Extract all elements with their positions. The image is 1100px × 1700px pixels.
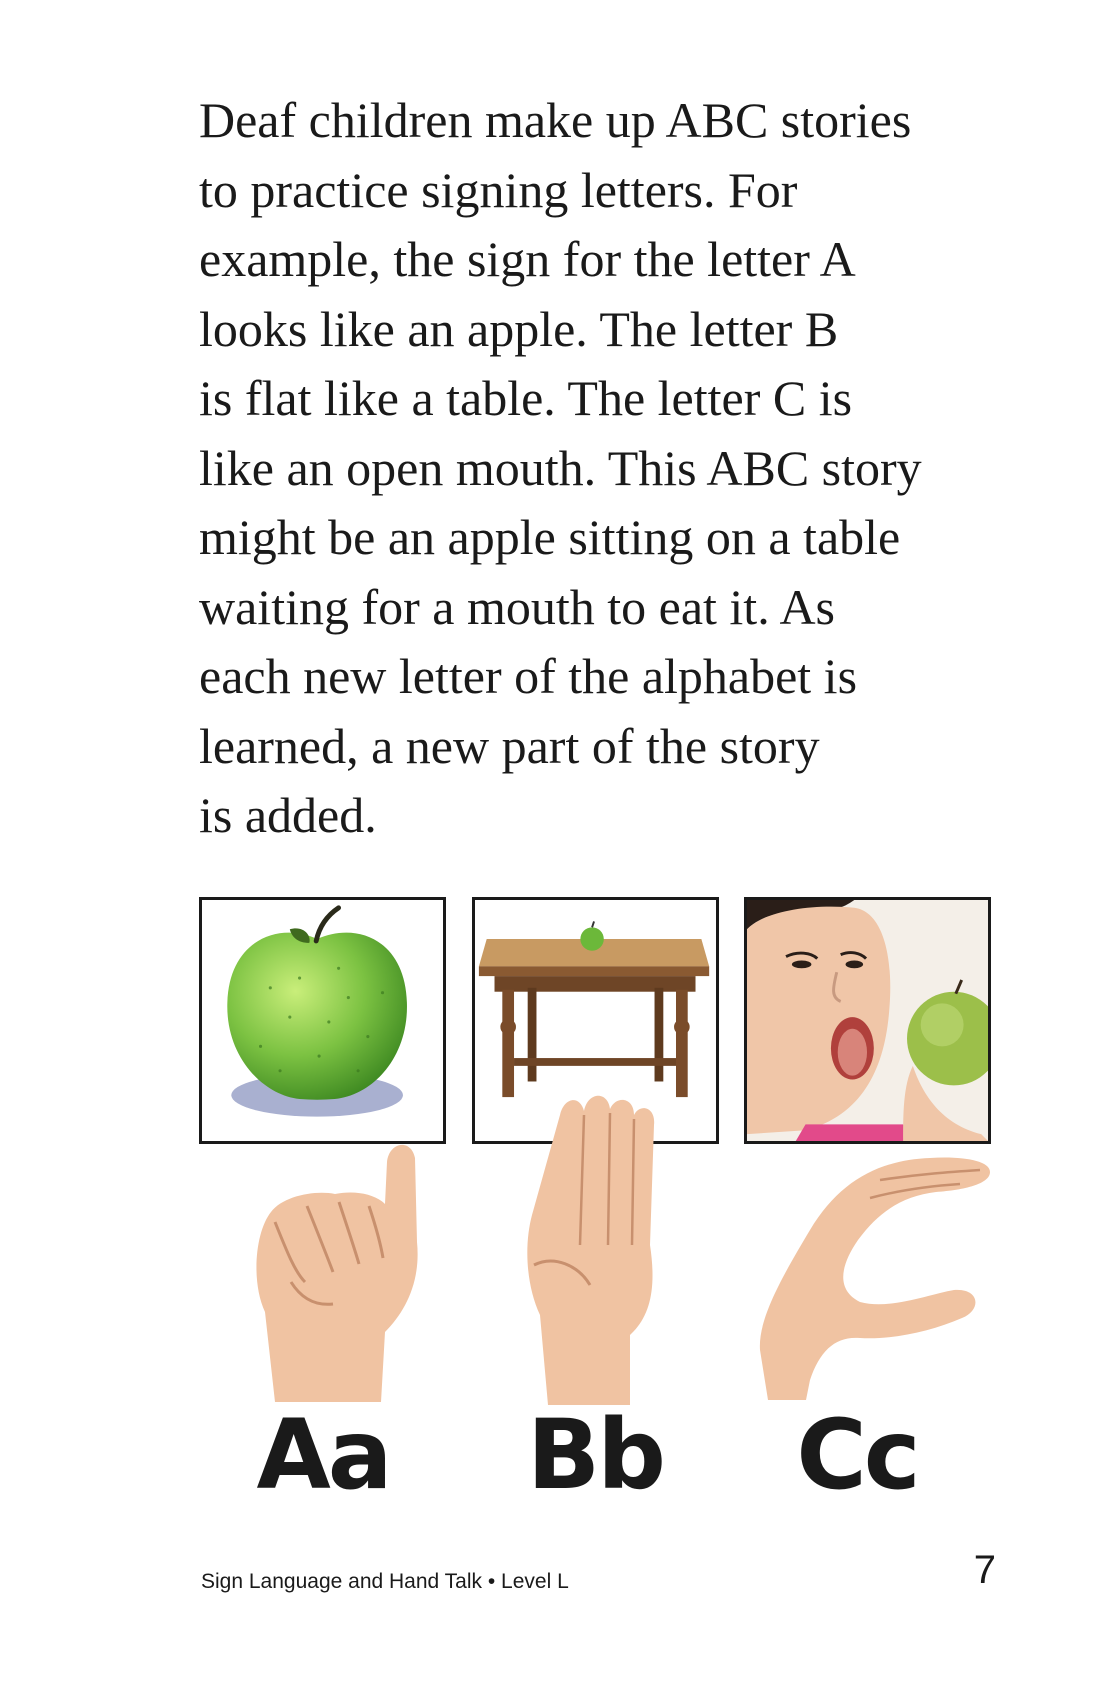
curved-hand-icon: [759, 1157, 990, 1400]
hand-sign-c: [740, 1150, 1000, 1420]
text-line: learned, a new part of the story: [199, 717, 820, 774]
girl-mouth-photo: [744, 897, 991, 1144]
hand-sign-b: [480, 1095, 720, 1405]
text-line: looks like an apple. The letter B: [199, 300, 839, 357]
book-title-footer: Sign Language and Hand Talk • Level L: [201, 1570, 569, 1593]
letter-label-b: Bb: [527, 1399, 666, 1511]
text-line: like an open mouth. This ABC story: [199, 439, 922, 496]
text-line: is flat like a table. The letter C is: [199, 370, 853, 426]
fist-hand-icon: [256, 1144, 418, 1402]
text-line: Deaf children make up ABC stories: [199, 92, 912, 148]
body-paragraph: Deaf children make up ABC stories to pra…: [199, 86, 1019, 851]
letter-label-a: Aa: [256, 1399, 392, 1511]
apple-image: [227, 905, 407, 1117]
apple-photo: [199, 897, 446, 1144]
text-line: is added.: [199, 787, 377, 843]
text-line: example, the sign for the letter A: [199, 231, 856, 287]
flat-hand-icon: [527, 1095, 655, 1405]
text-line: waiting for a mouth to eat it. As: [199, 578, 836, 635]
page-number: 7: [973, 1548, 996, 1592]
hand-sign-a: [215, 1132, 455, 1402]
book-page: Deaf children make up ABC stories to pra…: [0, 0, 1100, 1700]
text-line: each new letter of the alphabet is: [199, 648, 858, 704]
letter-label-c: Cc: [796, 1399, 920, 1511]
girl-image: [747, 900, 988, 1141]
text-line: to practice signing letters. For: [199, 161, 798, 218]
text-line: might be an apple sitting on a table: [199, 509, 901, 565]
